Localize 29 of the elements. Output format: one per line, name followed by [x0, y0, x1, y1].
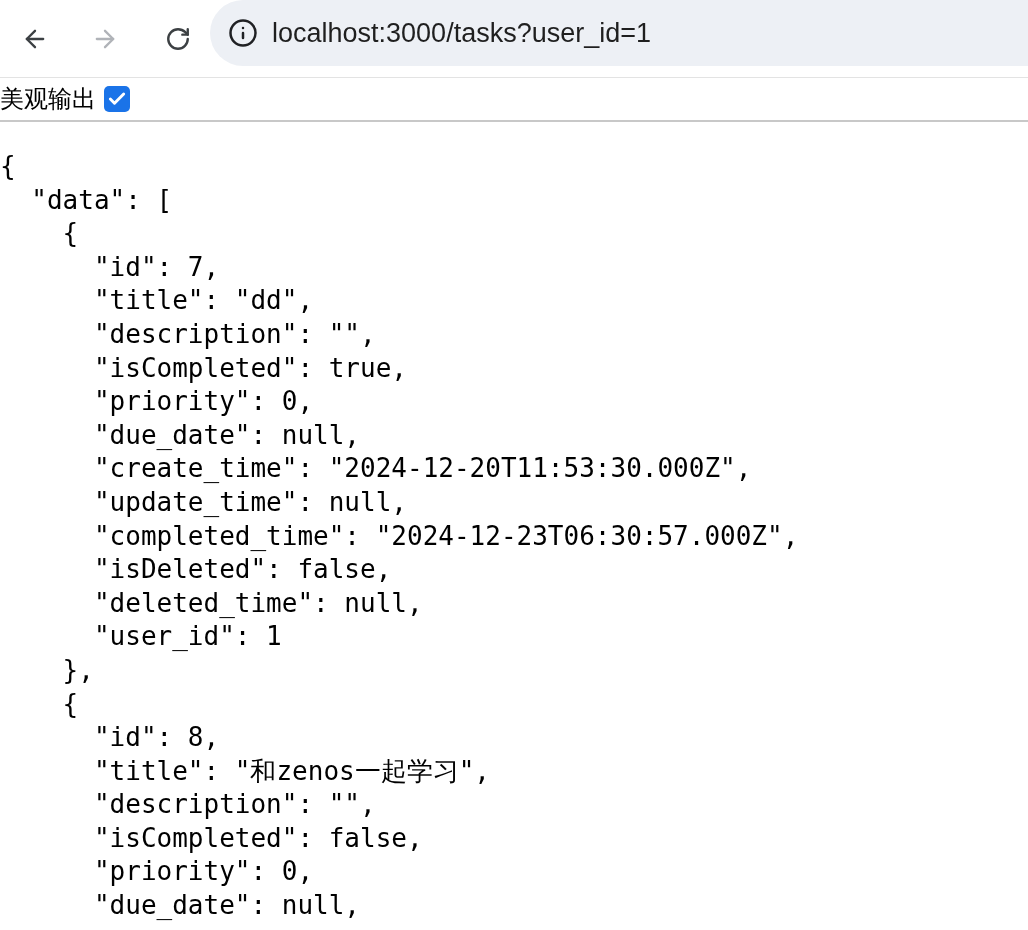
url-text: localhost:3000/tasks?user_id=1	[272, 16, 651, 50]
pretty-print-checkbox[interactable]	[104, 86, 130, 112]
reload-icon	[165, 25, 191, 52]
json-line: "title": "dd",	[92, 284, 314, 318]
json-line: "due_date": null,	[92, 889, 361, 923]
json-line: {	[61, 217, 79, 251]
json-line: "create_time": "2024-12-20T11:53:30.000Z",	[92, 452, 752, 486]
json-line: "deleted_time": null,	[92, 586, 423, 620]
info-icon	[228, 18, 258, 48]
json-line: "priority": 0,	[92, 385, 314, 419]
json-line: {	[0, 150, 16, 183]
pretty-print-label: 美观输出	[0, 84, 96, 114]
json-line: "id": 7,	[92, 250, 220, 284]
address-bar[interactable]: localhost:3000/tasks?user_id=1	[210, 0, 1028, 66]
json-line: "isDeleted": false,	[92, 553, 392, 587]
json-line: },	[61, 653, 94, 687]
json-line: "isCompleted": false,	[92, 821, 423, 855]
json-line: {	[61, 687, 79, 721]
json-line: "priority": 0,	[92, 855, 314, 889]
json-line: "user_id": 1	[92, 620, 282, 654]
json-line: "completed_time": "2024-12-23T06:30:57.000Z",	[92, 519, 799, 553]
json-line: "update_time": null,	[92, 485, 407, 519]
json-line: "due_date": null,	[92, 418, 361, 452]
json-line: "isCompleted": true,	[92, 351, 407, 385]
json-line: "title": "和zenos一起学习",	[92, 754, 491, 788]
json-line: "id": 8,	[92, 721, 220, 755]
json-line: "description": "",	[92, 317, 376, 351]
json-line: "description": "",	[92, 788, 376, 822]
json-line: "data": [	[30, 183, 173, 217]
